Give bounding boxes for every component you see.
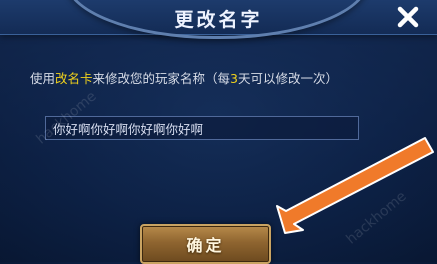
notice-text-1: 使用 [30, 71, 56, 86]
rename-card-link: 改名卡 [55, 71, 93, 86]
player-name-input[interactable] [45, 116, 359, 140]
confirm-button[interactable]: 确定 [140, 224, 271, 264]
close-button[interactable] [378, 0, 437, 34]
notice-text-2: 来修改您的玩家名称（每 [92, 71, 231, 86]
notice-days: 3 [230, 71, 238, 86]
confirm-button-label: 确定 [186, 236, 225, 255]
dialog-title-bar: 更改名字 [0, 0, 437, 39]
rename-notice: 使用改名卡来修改您的玩家名称（每3天可以修改一次） [30, 68, 420, 87]
close-icon [397, 6, 418, 28]
notice-text-3: 天可以修改一次） [238, 71, 339, 86]
dialog-title: 更改名字 [174, 9, 263, 31]
